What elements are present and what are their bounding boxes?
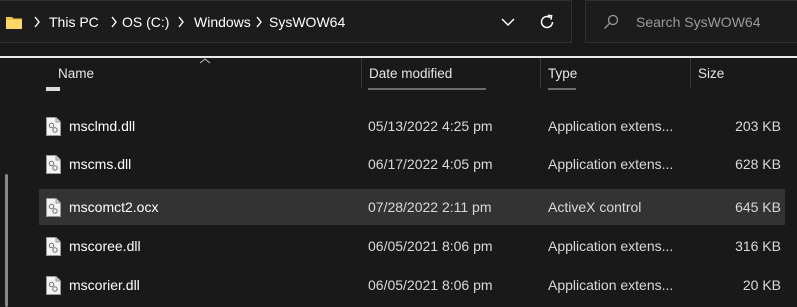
file-date-modified: 07/28/2022 2:11 pm (368, 199, 492, 215)
partial-row-text (368, 88, 486, 90)
file-name[interactable]: msclmd.dll (69, 117, 135, 135)
file-size: 316 KB (735, 238, 781, 254)
toolbar-divider (0, 56, 797, 58)
breadcrumb-windows[interactable]: Windows (194, 13, 251, 31)
partial-file-icon (46, 87, 60, 91)
file-date-modified: 05/13/2022 4:25 pm (368, 118, 493, 134)
breadcrumb-syswow64[interactable]: SysWOW64 (269, 13, 345, 31)
dll-file-icon (46, 237, 61, 256)
search-input[interactable] (636, 11, 786, 33)
file-name[interactable]: mscomct2.ocx (69, 198, 158, 216)
chevron-down-icon[interactable] (494, 10, 522, 34)
file-explorer-window: This PC OS (C:) Windows SysWOW64 Search … (0, 0, 797, 307)
file-name[interactable]: mscms.dll (69, 155, 131, 173)
chevron-right-icon[interactable] (110, 15, 118, 29)
file-type: Application extens... (548, 156, 674, 172)
ocx-file-icon (46, 198, 61, 217)
dll-file-icon (46, 276, 61, 295)
file-type: Application extens... (548, 118, 674, 134)
dll-file-icon (46, 155, 61, 174)
file-size: 20 KB (742, 277, 781, 293)
file-row[interactable]: mscorier.dll 06/05/2021 8:06 pm Applicat… (39, 267, 785, 303)
file-size: 203 KB (735, 118, 781, 134)
breadcrumb-this-pc[interactable]: This PC (49, 13, 99, 31)
dll-file-icon (46, 117, 61, 136)
chevron-right-icon[interactable] (177, 15, 185, 29)
folder-icon (6, 17, 22, 29)
file-row[interactable]: mscoree.dll 06/05/2021 8:06 pm Applicati… (39, 228, 785, 264)
file-size: 645 KB (735, 199, 781, 215)
column-header-size[interactable]: Size (698, 64, 724, 88)
column-divider[interactable] (690, 58, 691, 88)
file-row[interactable]: msclmd.dll 05/13/2022 4:25 pm Applicatio… (39, 108, 785, 144)
file-name[interactable]: mscoree.dll (69, 237, 141, 255)
file-type: Application extens... (548, 277, 674, 293)
chevron-right-icon[interactable] (255, 15, 263, 29)
column-divider[interactable] (540, 58, 541, 88)
file-type: ActiveX control (548, 199, 642, 215)
address-bar[interactable]: This PC OS (C:) Windows SysWOW64 (0, 0, 572, 43)
file-type: Application extens... (548, 238, 674, 254)
chevron-right-icon[interactable] (33, 15, 41, 29)
sort-ascending-icon (199, 58, 211, 64)
file-size: 628 KB (735, 156, 781, 172)
file-date-modified: 06/17/2022 4:05 pm (368, 156, 493, 172)
file-row[interactable]: mscms.dll 06/17/2022 4:05 pm Application… (39, 146, 785, 182)
file-date-modified: 06/05/2021 8:06 pm (368, 277, 493, 293)
partial-row-text (548, 88, 576, 90)
search-box[interactable] (585, 0, 797, 43)
column-header-date-modified[interactable]: Date modified (369, 64, 452, 88)
column-header-name[interactable]: Name (58, 64, 94, 88)
column-divider[interactable] (361, 58, 362, 88)
refresh-icon[interactable] (533, 10, 561, 34)
search-icon (604, 14, 619, 29)
navigation-scrollbar[interactable] (5, 174, 8, 307)
breadcrumb-os-c[interactable]: OS (C:) (122, 13, 169, 31)
column-header-type[interactable]: Type (548, 64, 577, 88)
file-date-modified: 06/05/2021 8:06 pm (368, 238, 493, 254)
file-row-selected[interactable]: mscomct2.ocx 07/28/2022 2:11 pm ActiveX … (39, 189, 785, 225)
file-name[interactable]: mscorier.dll (69, 276, 140, 294)
